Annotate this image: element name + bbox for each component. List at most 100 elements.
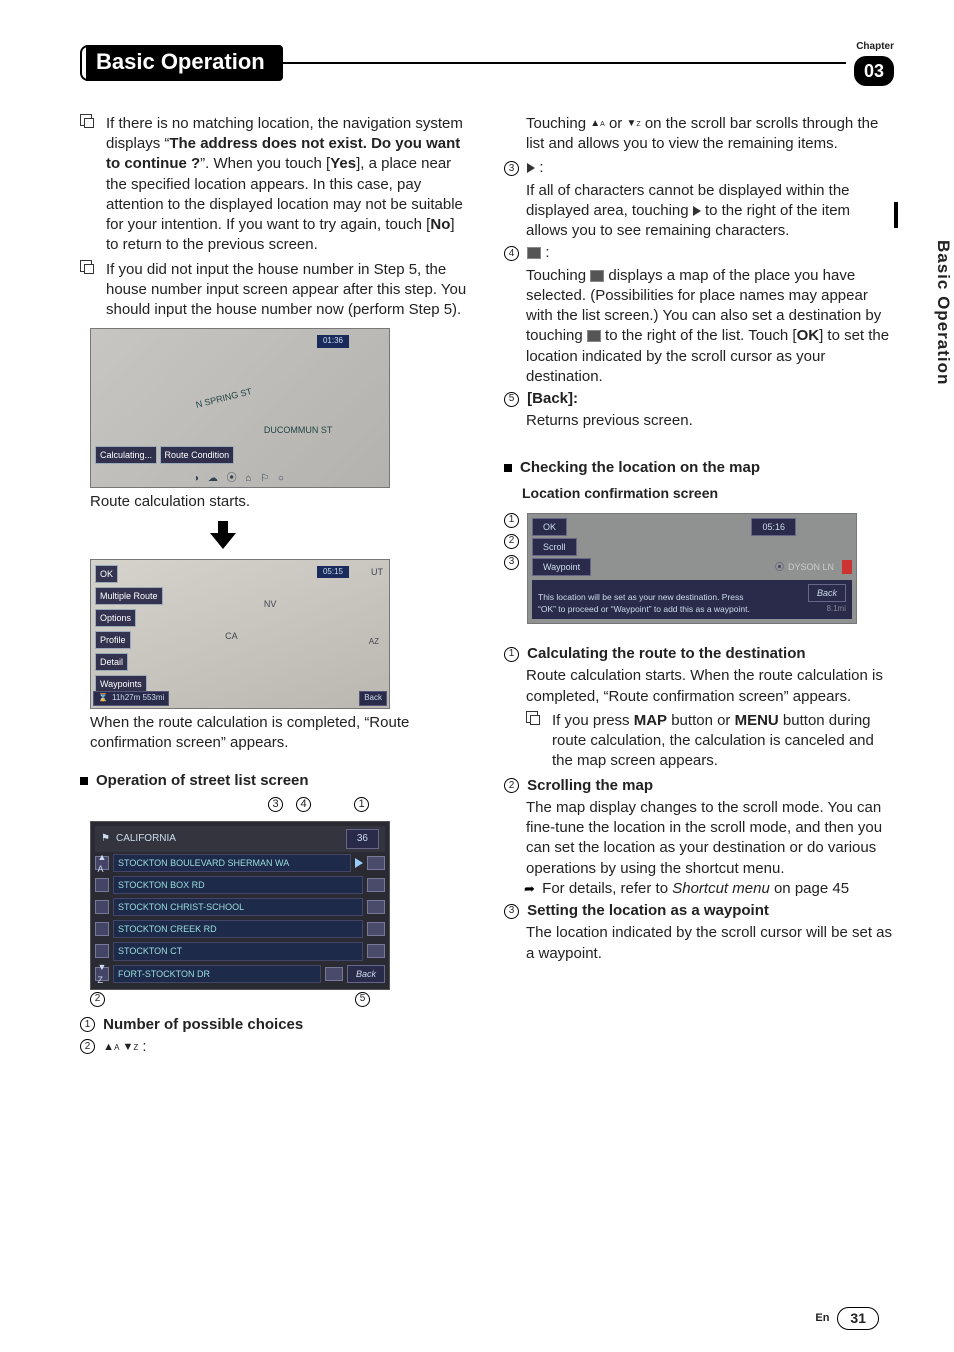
callout-marker: 3 <box>504 555 519 570</box>
subsection-heading: Operation of street list screen <box>80 771 470 791</box>
callout-label: Calculating the route to the destination <box>527 645 805 662</box>
note-item: If you press MAP button or MENU button d… <box>526 711 894 772</box>
map-icon[interactable] <box>367 856 385 870</box>
body-paragraph: Touching displays a map of the place you… <box>504 266 894 388</box>
scroll-down-icon[interactable]: ▼Z <box>95 967 109 981</box>
callout-item: 2 Scrolling the map <box>504 776 894 796</box>
list-item[interactable]: ▼Z FORT-STOCKTON DR Back <box>95 963 385 985</box>
body-paragraph: Returns previous screen. <box>504 411 894 431</box>
callout-row: 2 5 <box>80 992 380 1007</box>
note-icon <box>84 118 94 128</box>
figure-caption: Route calculation starts. <box>90 492 470 512</box>
side-tab: Basic Operation <box>931 240 954 385</box>
status-overlay: Route Condition <box>160 446 235 464</box>
chapter-block: Chapter 03 <box>854 40 894 86</box>
map-pin-icon <box>590 270 604 282</box>
map-screenshot: 01:36 N SPRING ST DUCOMMUN ST Calculatin… <box>90 328 390 488</box>
message-text: This location will be set as your new de… <box>538 592 758 615</box>
body-text: Yes <box>330 155 356 172</box>
scroll-up-icon[interactable]: ▲A <box>95 856 109 870</box>
map-icon[interactable] <box>367 900 385 914</box>
callout-marker: 1 <box>504 513 519 528</box>
menu-button[interactable]: OK <box>95 565 118 583</box>
page-number: 31 <box>837 1307 879 1330</box>
body-text: or <box>605 115 627 132</box>
scroll-button[interactable]: Scroll <box>532 538 577 556</box>
body-text: on page 45 <box>770 880 849 897</box>
street-name: STOCKTON CT <box>113 942 363 960</box>
callout-marker: 1 <box>80 1017 95 1032</box>
callout-marker: 1 <box>354 797 369 812</box>
callout-item: 2 ▲A ▼Z : <box>80 1037 470 1057</box>
callout-marker: 5 <box>355 992 370 1007</box>
message-overlay: This location will be set as your new de… <box>532 580 852 619</box>
scroll-up-icon: ▲A <box>590 117 605 131</box>
list-item[interactable]: STOCKTON CT <box>95 940 385 962</box>
chapter-number: 03 <box>854 56 894 86</box>
right-arrow-icon <box>693 206 701 216</box>
map-icon[interactable] <box>367 878 385 892</box>
region-label: CALIFORNIA <box>116 832 176 846</box>
list-item[interactable]: ▲ASTOCKTON BOULEVARD SHERMAN WA <box>95 852 385 874</box>
spacer <box>95 878 109 892</box>
map-label: UT <box>371 566 383 578</box>
map-icon[interactable] <box>367 944 385 958</box>
section-title: Basic Operation <box>86 45 283 81</box>
callout-label: Scrolling the map <box>527 777 653 794</box>
callout-marker: 2 <box>504 778 519 793</box>
list-item[interactable]: STOCKTON BOX RD <box>95 874 385 896</box>
body-paragraph: Route calculation starts. When the route… <box>504 666 894 707</box>
map-icon[interactable] <box>367 922 385 936</box>
callout-label: [Back]: <box>527 390 578 407</box>
route-confirm-screenshot: 05:15 UT NV CA AZ OK Multiple Route Opti… <box>90 559 390 709</box>
menu-button[interactable]: Multiple Route <box>95 587 163 605</box>
body-text: OK <box>797 327 820 344</box>
back-button[interactable]: Back <box>359 691 387 706</box>
body-text: to the right of the list. Touch [ <box>601 327 797 344</box>
note-icon <box>530 715 540 725</box>
status-overlay: Calculating... <box>95 446 157 464</box>
back-button[interactable]: Back <box>347 965 385 983</box>
waypoint-button[interactable]: Waypoint <box>532 558 591 576</box>
location-confirm-screenshot: 05:16 OK Scroll Waypoint ⦿ DYSON LN This… <box>527 513 857 624</box>
spacer <box>95 922 109 936</box>
scroll-down-icon: ▼Z <box>626 117 640 131</box>
expand-icon[interactable] <box>355 858 363 868</box>
body-text: Touching <box>526 267 590 284</box>
body-paragraph: If all of characters cannot be displayed… <box>504 181 894 242</box>
street-list-box: ⚑CALIFORNIA 36 ▲ASTOCKTON BOULEVARD SHER… <box>90 821 390 989</box>
heading-text: Checking the location on the map <box>520 458 760 478</box>
body-text: Touching <box>526 115 590 132</box>
ok-button[interactable]: OK <box>532 518 567 536</box>
right-arrow-icon <box>527 163 535 173</box>
flag-icon <box>842 560 852 574</box>
callout-item: 3 Setting the location as a waypoint <box>504 901 894 921</box>
street-name: STOCKTON CREEK RD <box>113 920 363 938</box>
callout-row: 3 4 1 <box>90 797 390 813</box>
left-column: If there is no matching location, the na… <box>80 114 470 1059</box>
menu-button[interactable]: Options <box>95 609 136 627</box>
callout-marker: 3 <box>504 904 519 919</box>
list-item[interactable]: STOCKTON CREEK RD <box>95 918 385 940</box>
clock-overlay: 05:15 <box>317 566 349 579</box>
map-icon[interactable] <box>325 967 343 981</box>
back-button[interactable]: Back <box>808 584 846 602</box>
clock-overlay: 05:16 <box>751 518 796 536</box>
menu-button[interactable]: Profile <box>95 631 131 649</box>
menu-button[interactable]: Detail <box>95 653 128 671</box>
cross-reference: For details, refer to Shortcut menu on p… <box>504 879 894 899</box>
body-text: For details, refer to <box>542 880 672 897</box>
callout-item: 3 : <box>504 158 894 178</box>
callout-item: 1 Calculating the route to the destinati… <box>504 644 894 664</box>
callout-marker: 2 <box>80 1039 95 1054</box>
note-icon <box>84 264 94 274</box>
list-item[interactable]: STOCKTON CHRIST-SCHOOL <box>95 896 385 918</box>
callout-marker: 2 <box>90 992 105 1007</box>
street-name: FORT-STOCKTON DR <box>113 965 321 983</box>
right-column: Touching ▲A or ▼Z on the scroll bar scro… <box>504 114 894 1059</box>
callout-marker: 3 <box>268 797 283 812</box>
map-pin-icon <box>527 247 541 259</box>
street-list-header: ⚑CALIFORNIA 36 <box>95 826 385 852</box>
callout-marker: 4 <box>296 797 311 812</box>
body-paragraph: Touching ▲A or ▼Z on the scroll bar scro… <box>504 114 894 155</box>
